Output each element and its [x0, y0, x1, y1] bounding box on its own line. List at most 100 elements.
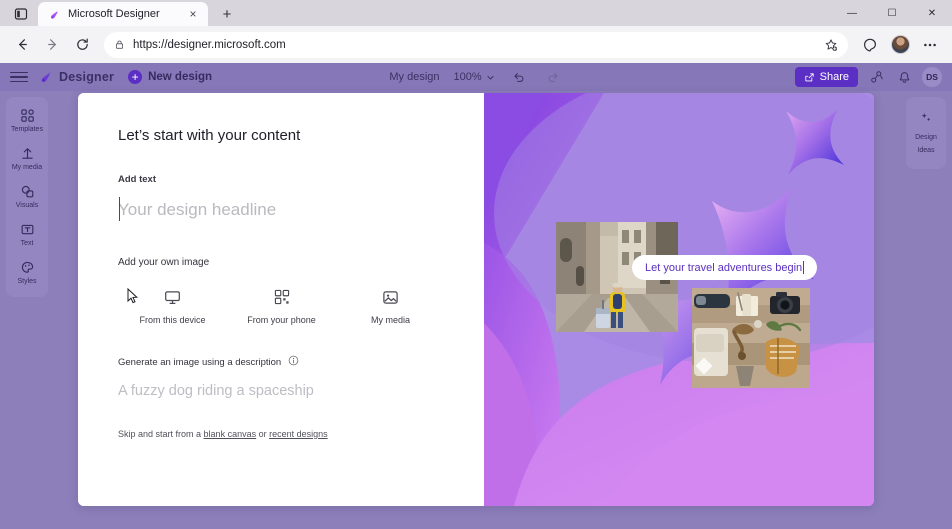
canvas-photo-gear[interactable]: [692, 288, 810, 388]
browser-tab[interactable]: Microsoft Designer ×: [38, 2, 208, 26]
more-options-icon: [922, 37, 938, 53]
skip-row: Skip and start from a blank canvas or re…: [118, 429, 446, 439]
design-canvas[interactable]: Let your travel adventures begin: [484, 93, 874, 506]
generate-image-row: Generate an image using a description: [118, 353, 446, 371]
canvas-background-art: [484, 93, 874, 506]
left-sidebar: Templates My media: [6, 97, 48, 297]
image-icon: [382, 288, 399, 306]
notifications-icon: [897, 70, 912, 85]
image-prompt-input[interactable]: A fuzzy dog riding a spaceship: [118, 383, 446, 399]
collaborate-button[interactable]: [866, 67, 886, 87]
tab-title: Microsoft Designer: [68, 8, 178, 20]
app-header: Designer + New design My design 100%: [0, 63, 952, 91]
canvas-text-pill[interactable]: Let your travel adventures begin: [632, 255, 817, 280]
browser-essentials-icon: [862, 37, 878, 53]
profile-avatar: [891, 35, 910, 54]
generate-image-label: Generate an image using a description: [118, 357, 281, 368]
upload-my-media-button[interactable]: My media: [336, 288, 445, 325]
blank-canvas-link[interactable]: blank canvas: [204, 429, 257, 439]
sidebar-label-text: Text: [21, 240, 34, 247]
upload-label-my-media: My media: [371, 315, 410, 325]
redo-button[interactable]: [543, 67, 563, 87]
editor-card: Let’s start with your content Add text Y…: [78, 93, 874, 506]
notifications-button[interactable]: [894, 67, 914, 87]
new-tab-button[interactable]: +: [214, 2, 240, 26]
close-window-button[interactable]: ✕: [912, 0, 952, 26]
page-title: Let’s start with your content: [118, 127, 446, 144]
tab-overview-button[interactable]: [6, 2, 36, 26]
skip-middle: or: [256, 429, 269, 439]
close-icon[interactable]: ×: [185, 6, 201, 22]
undo-button[interactable]: [509, 67, 529, 87]
text-icon: [20, 221, 35, 237]
add-favorite-icon[interactable]: [824, 38, 838, 52]
upload-from-device-button[interactable]: From this device: [118, 288, 227, 325]
design-ideas-label-2: Ideas: [917, 147, 934, 156]
info-icon[interactable]: [288, 353, 299, 371]
upload-from-phone-button[interactable]: From your phone: [227, 288, 336, 325]
undo-icon: [512, 70, 526, 84]
collaborate-icon: [869, 70, 884, 85]
share-icon: [804, 72, 815, 83]
browser-toolbar: https://designer.microsoft.com: [0, 26, 952, 63]
designer-logo-icon: [38, 69, 54, 85]
back-button[interactable]: [8, 31, 36, 59]
styles-icon: [20, 259, 35, 275]
new-design-button[interactable]: + New design: [128, 70, 212, 84]
text-caret: [119, 197, 120, 221]
browser-essentials-button[interactable]: [856, 31, 884, 59]
add-text-label: Add text: [118, 174, 446, 185]
sidebar-item-styles[interactable]: Styles: [6, 259, 48, 285]
my-media-icon: [20, 145, 35, 161]
sparkle-icon: [919, 111, 933, 130]
url-text: https://designer.microsoft.com: [133, 39, 816, 51]
sidebar-item-visuals[interactable]: Visuals: [6, 183, 48, 209]
tab-strip: Microsoft Designer × + — ☐ ✕: [0, 0, 952, 26]
upload-label-phone: From your phone: [247, 315, 316, 325]
hamburger-menu[interactable]: [10, 72, 28, 83]
sidebar-label-styles: Styles: [17, 278, 36, 285]
sidebar-label-visuals: Visuals: [16, 202, 38, 209]
sidebar-label-templates: Templates: [11, 126, 43, 133]
monitor-icon: [164, 288, 181, 306]
sidebar-item-text[interactable]: Text: [6, 221, 48, 247]
address-bar[interactable]: https://designer.microsoft.com: [104, 32, 848, 58]
reload-icon: [75, 37, 90, 52]
reload-button[interactable]: [68, 31, 96, 59]
header-right-controls: Share DS: [795, 67, 942, 87]
brand-name: Designer: [59, 70, 114, 84]
lock-icon: [114, 39, 125, 50]
designer-brand[interactable]: Designer: [38, 69, 114, 85]
upload-label-device: From this device: [139, 315, 205, 325]
maximize-button[interactable]: ☐: [872, 0, 912, 26]
new-design-label: New design: [148, 71, 212, 83]
recent-designs-link[interactable]: recent designs: [269, 429, 328, 439]
minimize-button[interactable]: —: [832, 0, 872, 26]
canvas-pill-text: Let your travel adventures begin: [645, 262, 802, 274]
tab-overview-icon: [14, 7, 28, 21]
headline-input[interactable]: Your design headline: [118, 193, 446, 227]
sidebar-item-templates[interactable]: Templates: [6, 107, 48, 133]
share-button[interactable]: Share: [795, 67, 858, 87]
forward-arrow-icon: [45, 37, 60, 52]
design-ideas-label-1: Design: [915, 134, 937, 143]
forward-button[interactable]: [38, 31, 66, 59]
account-avatar[interactable]: DS: [922, 67, 942, 87]
design-ideas-panel[interactable]: Design Ideas: [906, 97, 946, 169]
upload-options-row: From this device From your phone: [118, 288, 446, 325]
visuals-icon: [20, 183, 35, 199]
zoom-control[interactable]: 100%: [454, 71, 495, 83]
sidebar-label-my-media: My media: [12, 164, 42, 171]
document-title[interactable]: My design: [389, 71, 439, 83]
more-options-button[interactable]: [916, 31, 944, 59]
plus-icon: +: [128, 70, 142, 84]
zoom-value: 100%: [454, 71, 482, 83]
content-pane: Let’s start with your content Add text Y…: [78, 93, 484, 506]
window-controls: — ☐ ✕: [832, 0, 952, 26]
travel-gear-flat-lay: [692, 288, 810, 388]
sidebar-item-my-media[interactable]: My media: [6, 145, 48, 171]
templates-icon: [20, 107, 35, 123]
profile-button[interactable]: [886, 31, 914, 59]
redo-icon: [546, 70, 560, 84]
headline-placeholder: Your design headline: [118, 200, 276, 220]
